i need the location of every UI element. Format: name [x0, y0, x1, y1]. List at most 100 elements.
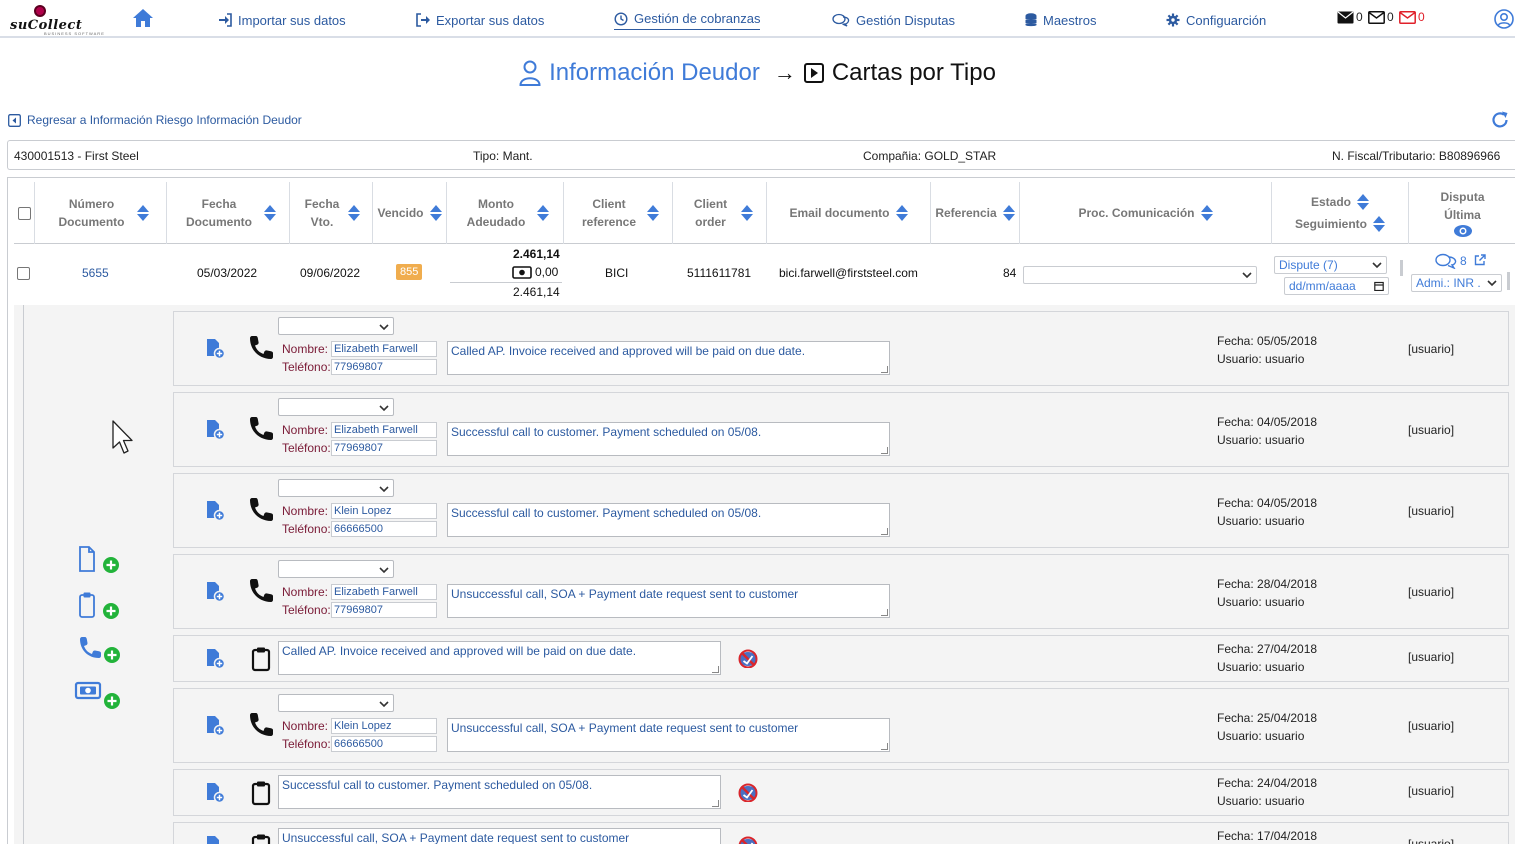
- th-fecha-doc[interactable]: Fecha Documento: [166, 182, 289, 244]
- telefono-field[interactable]: 66666500: [331, 736, 437, 752]
- row-checkbox[interactable]: [17, 267, 30, 280]
- sort-icon[interactable]: [1357, 193, 1369, 211]
- telefono-field[interactable]: 77969807: [331, 440, 437, 456]
- add-phone-icon[interactable]: [74, 635, 124, 665]
- entry-meta: Fecha: 28/04/2018 Usuario: usuario: [1217, 575, 1317, 611]
- sort-icon[interactable]: [537, 204, 549, 222]
- sort-icon[interactable]: [647, 204, 659, 222]
- title-part-1[interactable]: Información Deudor: [549, 59, 760, 87]
- contact-select[interactable]: [278, 398, 394, 416]
- sort-icon[interactable]: [429, 204, 442, 222]
- mail-alert-counter[interactable]: 0: [1399, 10, 1425, 24]
- mail-open-counter[interactable]: 0: [1368, 10, 1394, 24]
- th-referencia[interactable]: Referencia: [930, 182, 1019, 244]
- add-document-icon[interactable]: [204, 419, 226, 441]
- logo[interactable]: suCollect BUSINESS SOFTWARE: [6, 3, 116, 36]
- contact-select[interactable]: [278, 694, 394, 712]
- sort-icon[interactable]: [348, 204, 360, 222]
- sort-icon[interactable]: [1002, 204, 1015, 222]
- contact-select[interactable]: [278, 560, 394, 578]
- add-payment-icon[interactable]: [74, 679, 124, 709]
- telefono-field[interactable]: 66666500: [331, 521, 437, 537]
- nombre-field[interactable]: Klein Lopez: [331, 503, 437, 519]
- seguimiento-date-input[interactable]: dd/mm/aaaa: [1284, 277, 1389, 295]
- sort-icon[interactable]: [264, 204, 276, 222]
- add-document-icon[interactable]: [204, 500, 226, 522]
- sort-icon[interactable]: [136, 204, 149, 222]
- cancel-action-icon[interactable]: [737, 648, 759, 669]
- cancel-action-icon[interactable]: [737, 835, 759, 844]
- th-disputa[interactable]: Disputa Última: [1408, 182, 1515, 244]
- nav-gestion-disputas[interactable]: Gestión Disputas: [832, 10, 955, 30]
- th-vencido[interactable]: Vencido: [372, 182, 446, 244]
- add-document-icon[interactable]: [204, 835, 226, 844]
- note-textarea[interactable]: Called AP. Invoice received and approved…: [447, 341, 890, 375]
- sort-icon[interactable]: [1200, 204, 1213, 222]
- refresh-icon[interactable]: [1490, 110, 1510, 130]
- contact-select[interactable]: [278, 317, 394, 335]
- proc-comunicacion-select[interactable]: [1023, 266, 1257, 284]
- sort-icon[interactable]: [1373, 215, 1385, 233]
- sort-icon[interactable]: [740, 204, 753, 222]
- add-document-icon[interactable]: [74, 545, 124, 575]
- dispute-comments[interactable]: 8: [1435, 253, 1467, 269]
- nav-exportar[interactable]: Exportar sus datos: [416, 10, 544, 30]
- note-textarea[interactable]: Unsuccessful call, SOA + Payment date re…: [447, 584, 890, 618]
- select-all-checkbox[interactable]: [17, 206, 31, 220]
- eye-icon[interactable]: [1453, 224, 1473, 238]
- table-row[interactable]: 5655 05/03/2022 09/06/2022 855 2.461,14 …: [14, 244, 1515, 304]
- note-textarea[interactable]: Unsuccessful call, SOA + Payment date re…: [278, 828, 721, 844]
- chevron-down-icon: [379, 324, 389, 331]
- telefono-label: Teléfono:: [282, 441, 331, 455]
- admin-select[interactable]: Admi.: INR .: [1411, 274, 1502, 292]
- nav-importar[interactable]: Importar sus datos: [218, 10, 346, 30]
- back-link[interactable]: Regresar a Información Riesgo Informació…: [8, 113, 302, 127]
- monto-divider: [450, 282, 562, 283]
- mouse-cursor-icon: [112, 420, 133, 454]
- note-textarea[interactable]: Successful call to customer. Payment sch…: [447, 422, 890, 456]
- note-textarea[interactable]: Successful call to customer. Payment sch…: [447, 503, 890, 537]
- telefono-field[interactable]: 77969807: [331, 359, 437, 375]
- nombre-field[interactable]: Klein Lopez: [331, 718, 437, 734]
- th-fecha-vto[interactable]: Fecha Vto.: [289, 182, 372, 244]
- cancel-action-icon[interactable]: [737, 782, 759, 803]
- add-document-icon[interactable]: [204, 338, 226, 360]
- entry-usuario: Usuario: usuario: [1217, 595, 1305, 609]
- note-textarea[interactable]: Successful call to customer. Payment sch…: [278, 775, 721, 809]
- contact-select[interactable]: [278, 479, 394, 497]
- note-textarea[interactable]: Unsuccessful call, SOA + Payment date re…: [447, 718, 890, 752]
- nombre-field[interactable]: Elizabeth Farwell: [331, 422, 437, 438]
- nombre-field[interactable]: Elizabeth Farwell: [331, 584, 437, 600]
- nav-maestros[interactable]: Maestros: [1025, 10, 1096, 30]
- sign-in-icon: [219, 13, 232, 27]
- mail-closed-counter[interactable]: 0: [1337, 10, 1363, 24]
- th-client-order[interactable]: Client order: [672, 182, 766, 244]
- entry-meta: Fecha: 17/04/2018Usuario: usuario: [1217, 827, 1317, 844]
- th-email[interactable]: Email documento: [766, 182, 930, 244]
- row-numero[interactable]: 5655: [82, 266, 109, 280]
- user-circle-icon[interactable]: [1494, 9, 1514, 29]
- mail-count-2: 0: [1387, 10, 1394, 24]
- home-icon[interactable]: [132, 8, 154, 28]
- add-clipboard-icon[interactable]: [74, 591, 124, 621]
- add-document-icon[interactable]: [204, 648, 226, 670]
- note-textarea[interactable]: Called AP. Invoice received and approved…: [278, 641, 721, 675]
- add-document-icon[interactable]: [204, 782, 226, 804]
- add-document-icon[interactable]: [204, 581, 226, 603]
- top-nav: suCollect BUSINESS SOFTWARE Importar sus…: [0, 0, 1515, 38]
- sort-icon[interactable]: [895, 204, 908, 222]
- estado-select[interactable]: Dispute (7): [1274, 256, 1387, 274]
- th-client-ref[interactable]: Client reference: [563, 182, 672, 244]
- nav-gestion-cobranzas[interactable]: Gestión de cobranzas: [614, 10, 761, 30]
- add-document-icon[interactable]: [204, 715, 226, 737]
- entry-user-tag: [usuario]: [1408, 837, 1455, 844]
- telefono-field[interactable]: 77969807: [331, 602, 437, 618]
- external-link-icon[interactable]: [1474, 254, 1486, 266]
- nav-configuracion[interactable]: Configuarción: [1166, 10, 1266, 30]
- th-estado[interactable]: Estado Seguimiento: [1271, 182, 1408, 244]
- logo-tagline: BUSINESS SOFTWARE: [44, 31, 105, 36]
- nombre-field[interactable]: Elizabeth Farwell: [331, 341, 437, 357]
- th-numero[interactable]: Número Documento: [34, 182, 166, 244]
- th-proc[interactable]: Proc. Comunicación: [1019, 182, 1271, 244]
- th-monto[interactable]: Monto Adeudado: [446, 182, 563, 244]
